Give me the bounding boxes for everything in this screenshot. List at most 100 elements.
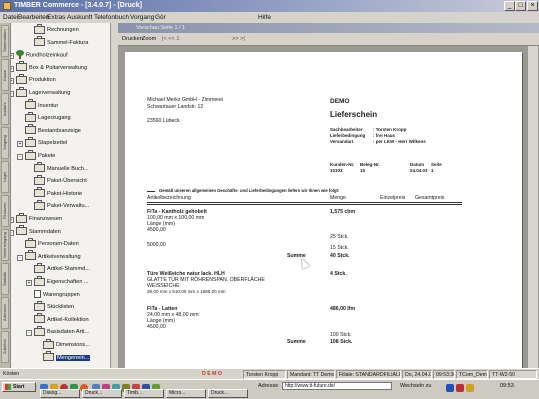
org-icon bbox=[34, 23, 45, 34]
tree-node[interactable]: Bestandsanzeige bbox=[25, 124, 81, 137]
item-subquantity: 100 Stck. bbox=[330, 332, 352, 338]
item-quantity: 1,575 cbm bbox=[330, 209, 356, 215]
tree-node[interactable]: Stapelzettel bbox=[25, 136, 67, 149]
tree-expander[interactable]: + bbox=[11, 78, 14, 85]
close-button[interactable]: × bbox=[527, 1, 538, 11]
item-dimension: 5000,00 bbox=[147, 242, 166, 248]
sidebar-tab[interactable]: Ausfuhr bbox=[1, 93, 9, 125]
tree-node-label: Dimensions... bbox=[56, 342, 90, 348]
tree-node[interactable]: Mengenein... bbox=[43, 351, 91, 364]
tray-antivirus-icon[interactable] bbox=[456, 384, 464, 392]
menu-item-4[interactable]: Telefonbuch bbox=[94, 12, 129, 23]
tree-node[interactable]: Artikel-Stammd... bbox=[34, 262, 90, 275]
tree-node[interactable]: Box & Poltarverwaltung bbox=[16, 61, 87, 74]
sidebar-tab[interactable]: Lager bbox=[1, 161, 9, 193]
tree-scrollbar[interactable] bbox=[110, 23, 118, 368]
windows-logo-icon bbox=[5, 383, 11, 390]
tree-expander[interactable]: - bbox=[26, 330, 32, 337]
taskbar-window-button[interactable]: Timb... bbox=[124, 389, 164, 398]
meta-label: Versandart bbox=[330, 139, 354, 144]
tree-expander[interactable]: + bbox=[17, 141, 23, 148]
window-title: TIMBER Commerce - [3.4.0.7] - [Druck] bbox=[14, 2, 142, 9]
sidebar-tab[interactable]: Stammdaten bbox=[1, 25, 9, 57]
tree-node[interactable]: Paket-Historie bbox=[34, 187, 82, 200]
menu-item-6[interactable]: Gör bbox=[155, 12, 166, 23]
sidebar-tab[interactable]: Finanzen bbox=[1, 195, 9, 227]
org-icon bbox=[43, 338, 54, 349]
tree-node[interactable]: Inventur bbox=[25, 99, 58, 112]
item-dimension: 4500,00 bbox=[147, 324, 166, 330]
tree-node[interactable]: Warengruppen bbox=[34, 290, 80, 301]
tree-expander[interactable]: - bbox=[17, 154, 23, 160]
menu-item-0[interactable]: Datei bbox=[3, 12, 18, 23]
tree-node[interactable]: Dimensions... bbox=[43, 338, 90, 351]
sidebar-tab[interactable]: Zubehör bbox=[1, 331, 9, 363]
menu-item-1[interactable]: Bearbeiten bbox=[18, 12, 49, 23]
tree-node[interactable]: Manuelle Buch... bbox=[34, 162, 89, 175]
tree-node-label: Eigenschaften ... bbox=[47, 279, 89, 285]
tree-node[interactable]: Basisdaten Arti... bbox=[34, 325, 89, 338]
zoom-button[interactable]: Zoom bbox=[142, 33, 156, 45]
tree-node[interactable]: Paket-Verwaltu... bbox=[34, 199, 89, 212]
tree-node[interactable]: Sammel-Faktura bbox=[34, 36, 88, 49]
tree-expander[interactable]: - bbox=[11, 229, 14, 236]
taskbar-window-button[interactable]: Druck... bbox=[82, 389, 122, 398]
sidebar-tab[interactable]: Adressen bbox=[1, 297, 9, 329]
org-icon bbox=[34, 262, 45, 273]
menu-bar: Datei Bearbeiten Extras Auskunft Telefonbuch… bbox=[0, 12, 539, 23]
sender-street: Schwartauer Landstr. 12 bbox=[147, 104, 204, 110]
tree-node-label: Lagerzugang bbox=[38, 115, 71, 122]
start-button[interactable]: Start bbox=[2, 382, 36, 392]
menu-item-2[interactable]: Extras bbox=[47, 12, 65, 23]
taskbar-window-button[interactable]: Druck... bbox=[208, 389, 248, 398]
item-subquantity: 25 Stck. bbox=[330, 234, 349, 240]
tree-node[interactable]: Stücklisten bbox=[34, 300, 74, 313]
sidebar-tab[interactable]: Wareneingang bbox=[1, 229, 9, 261]
terms-text: Gemäß unseren allgemeinen Geschäfts- und… bbox=[159, 188, 340, 193]
tree-expander[interactable]: - bbox=[11, 91, 14, 97]
page-nav-next[interactable]: >> >| bbox=[232, 33, 245, 45]
maximize-button[interactable]: □ bbox=[515, 1, 526, 11]
org-icon bbox=[34, 199, 45, 210]
tray-network-icon[interactable] bbox=[446, 384, 454, 392]
tree-expander[interactable]: - bbox=[17, 254, 23, 261]
tree-expander[interactable]: + bbox=[11, 53, 14, 60]
tree-expander[interactable]: + bbox=[11, 65, 14, 72]
tree-node[interactable]: Rundholzeinkauf bbox=[16, 50, 68, 61]
taskbar-window-button[interactable]: Dialog... bbox=[40, 389, 80, 398]
minimize-button[interactable]: _ bbox=[504, 1, 515, 11]
taskbar-window-button[interactable]: Micro... bbox=[166, 389, 206, 398]
tree-node[interactable]: Personen-Daten bbox=[25, 237, 79, 250]
tree-expander[interactable]: + bbox=[26, 280, 32, 286]
org-icon bbox=[34, 162, 45, 173]
sidebar-tab[interactable]: Statistik bbox=[1, 263, 9, 295]
address-input[interactable]: http://www.tt-future.de/ bbox=[282, 382, 392, 390]
sidebar-tab[interactable]: Vorgang bbox=[1, 127, 9, 159]
tree-node[interactable]: Rechnungen bbox=[34, 23, 79, 36]
tree-node[interactable]: Eigenschaften ... bbox=[34, 275, 89, 288]
tree-node[interactable]: Produktion bbox=[16, 73, 56, 86]
menu-item-5[interactable]: Vorgang bbox=[130, 12, 154, 23]
tray-volume-icon[interactable] bbox=[466, 384, 474, 392]
menu-item-3[interactable]: Auskunft bbox=[67, 12, 92, 23]
tree-node[interactable]: Finanzwesen bbox=[16, 212, 62, 225]
tree-node[interactable]: Lagerzugang bbox=[25, 111, 71, 124]
go-button[interactable]: Wechseln zu bbox=[400, 383, 431, 389]
tree-node[interactable]: Stammdaten bbox=[16, 225, 61, 238]
page-nav-prev[interactable]: |< << 1 bbox=[162, 33, 179, 45]
tree-node-label: Artikelverwaltung bbox=[38, 253, 81, 260]
org-icon bbox=[25, 111, 36, 122]
tree-node-label: Produktion bbox=[29, 77, 56, 84]
tree-node[interactable]: Lagerverwaltung bbox=[16, 86, 70, 99]
sidebar-tab[interactable]: Kasse bbox=[1, 59, 9, 91]
tree-node[interactable]: Artikelverwaltung bbox=[25, 250, 81, 263]
menu-item-7[interactable]: Hilfe bbox=[258, 12, 271, 23]
column-header: Gesamtpreis bbox=[415, 195, 445, 201]
print-button[interactable]: Drucken bbox=[122, 33, 143, 45]
tree-node[interactable]: Pakete bbox=[25, 149, 55, 162]
tree-node[interactable]: Paket-Übersicht bbox=[34, 174, 87, 187]
document-scrollbar[interactable] bbox=[527, 46, 538, 368]
column-header: Einzelpreis bbox=[380, 195, 406, 201]
tree-node[interactable]: Artikel-Kollektion bbox=[34, 313, 89, 326]
tree-expander[interactable]: + bbox=[11, 217, 14, 223]
